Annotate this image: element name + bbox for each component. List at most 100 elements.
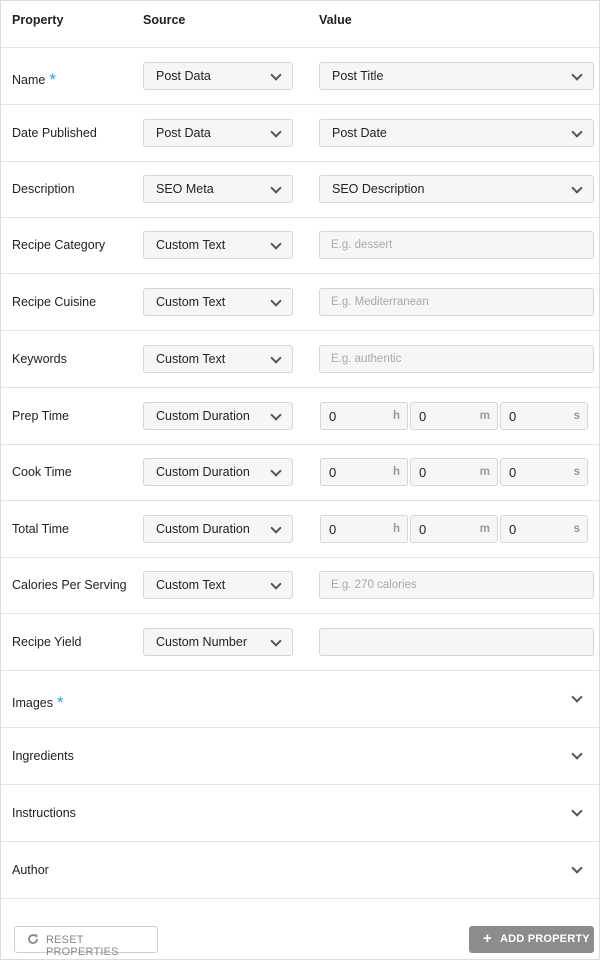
duration-value: 0 [329, 522, 337, 537]
value-select[interactable]: SEO Description [319, 175, 594, 203]
source-select-value: Custom Number [156, 635, 247, 649]
source-select[interactable]: SEO Meta [143, 175, 293, 203]
duration-unit: s [573, 410, 580, 422]
chevron-down-icon[interactable] [571, 691, 583, 703]
chevron-down-icon [270, 635, 282, 647]
header-value: Value [319, 13, 352, 27]
duration-value: 0 [509, 465, 517, 480]
property-label-text: Keywords [12, 352, 67, 366]
property-label-text: Name [12, 73, 46, 87]
header-property: Property [12, 13, 64, 27]
duration-minutes-input[interactable]: 0m [410, 402, 498, 430]
reset-properties-label: RESET PROPERTIES [46, 934, 119, 958]
source-select[interactable]: Custom Number [143, 628, 293, 656]
source-select-value: SEO Meta [156, 182, 214, 196]
source-select-value: Custom Text [156, 352, 226, 366]
required-marker: * [57, 693, 64, 712]
source-select[interactable]: Custom Text [143, 571, 293, 599]
property-row-description: Description SEO Meta SEO Description [1, 161, 599, 218]
source-select[interactable]: Custom Duration [143, 458, 293, 486]
source-select-value: Custom Duration [156, 522, 250, 536]
accordion-author[interactable]: Author [1, 842, 599, 899]
value-select-value: Post Title [332, 69, 384, 83]
accordion-images[interactable]: Images * [1, 671, 599, 728]
value-input[interactable] [319, 628, 594, 656]
duration-value: 0 [509, 522, 517, 537]
chevron-down-icon[interactable] [571, 862, 583, 874]
chevron-down-icon [270, 69, 282, 81]
value-input[interactable]: E.g. dessert [319, 231, 594, 259]
property-label-text: Recipe Category [12, 238, 106, 252]
source-select-value: Custom Text [156, 578, 226, 592]
chevron-down-icon[interactable] [571, 805, 583, 817]
chevron-down-icon [270, 126, 282, 138]
chevron-down-icon [270, 182, 282, 194]
source-select[interactable]: Custom Text [143, 231, 293, 259]
value-input[interactable]: E.g. Mediterranean [319, 288, 594, 316]
accordion-label-text: Author [12, 863, 49, 877]
value-input[interactable]: E.g. authentic [319, 345, 594, 373]
accordion-label-text: Ingredients [12, 749, 74, 763]
property-label-text: Total Time [12, 522, 69, 536]
property-label: Recipe Yield [12, 635, 82, 649]
source-select[interactable]: Custom Duration [143, 515, 293, 543]
property-row-recipe-yield: Recipe Yield Custom Number [1, 614, 599, 671]
required-marker: * [49, 70, 56, 89]
duration-seconds-input[interactable]: 0s [500, 402, 588, 430]
value-input-placeholder: E.g. 270 calories [331, 579, 417, 591]
source-select[interactable]: Custom Text [143, 288, 293, 316]
duration-value: 0 [329, 465, 337, 480]
chevron-down-icon[interactable] [571, 748, 583, 760]
duration-unit: s [573, 466, 580, 478]
add-property-button[interactable]: + ADD PROPERTY [469, 926, 594, 953]
property-row-cook-time: Cook Time Custom Duration 0 h 0 m 0 s [1, 444, 599, 501]
duration-value: 0 [329, 409, 337, 424]
property-row-keywords: Keywords Custom Text E.g. authentic [1, 331, 599, 388]
reset-properties-button[interactable]: RESET PROPERTIES [14, 926, 158, 958]
accordion-ingredients[interactable]: Ingredients [1, 728, 599, 785]
chevron-down-icon [270, 409, 282, 421]
duration-minutes-input[interactable]: 0m [410, 515, 498, 543]
duration-seconds-input[interactable]: 0s [500, 458, 588, 486]
value-input-placeholder: E.g. dessert [331, 239, 393, 251]
plus-icon: + [483, 930, 492, 947]
source-select-value: Custom Duration [156, 465, 250, 479]
duration-seconds-input[interactable]: 0s [500, 515, 588, 543]
source-select[interactable]: Custom Duration [143, 402, 293, 430]
accordion-label: Images * [12, 692, 64, 712]
property-label-text: Description [12, 182, 75, 196]
add-property-label: ADD PROPERTY [500, 933, 590, 945]
property-label: Cook Time [12, 465, 72, 479]
property-row-recipe-cuisine: Recipe Cuisine Custom Text E.g. Mediterran… [1, 274, 599, 331]
accordion-label: Instructions [12, 806, 76, 820]
accordion-instructions[interactable]: Instructions [1, 785, 599, 842]
source-select-value: Custom Duration [156, 409, 250, 423]
duration-hours-input[interactable]: 0h [320, 402, 408, 430]
property-label-text: Recipe Yield [12, 635, 82, 649]
value-select[interactable]: Post Title [319, 62, 594, 90]
property-label-text: Prep Time [12, 409, 69, 423]
schema-properties-panel: Property Source Value Name * Post Data Post… [0, 0, 600, 960]
source-select-value: Post Data [156, 69, 211, 83]
value-select[interactable]: Post Date [319, 119, 594, 147]
chevron-down-icon [270, 352, 282, 364]
accordion-label-text: Images [12, 696, 53, 710]
property-label: Date Published [12, 126, 97, 140]
chevron-down-icon [571, 182, 583, 194]
duration-value: 0 [419, 522, 427, 537]
property-label: Name * [12, 69, 56, 89]
source-select[interactable]: Post Data [143, 119, 293, 147]
source-select[interactable]: Custom Text [143, 345, 293, 373]
value-input-placeholder: E.g. authentic [331, 353, 402, 365]
value-input[interactable]: E.g. 270 calories [319, 571, 594, 599]
chevron-down-icon [270, 465, 282, 477]
value-select-value: SEO Description [332, 182, 425, 196]
chevron-down-icon [270, 578, 282, 590]
duration-unit: m [479, 410, 490, 422]
property-row-name: Name * Post Data Post Title [1, 48, 599, 105]
source-select[interactable]: Post Data [143, 62, 293, 90]
chevron-down-icon [270, 522, 282, 534]
duration-minutes-input[interactable]: 0m [410, 458, 498, 486]
duration-hours-input[interactable]: 0h [320, 458, 408, 486]
duration-hours-input[interactable]: 0h [320, 515, 408, 543]
